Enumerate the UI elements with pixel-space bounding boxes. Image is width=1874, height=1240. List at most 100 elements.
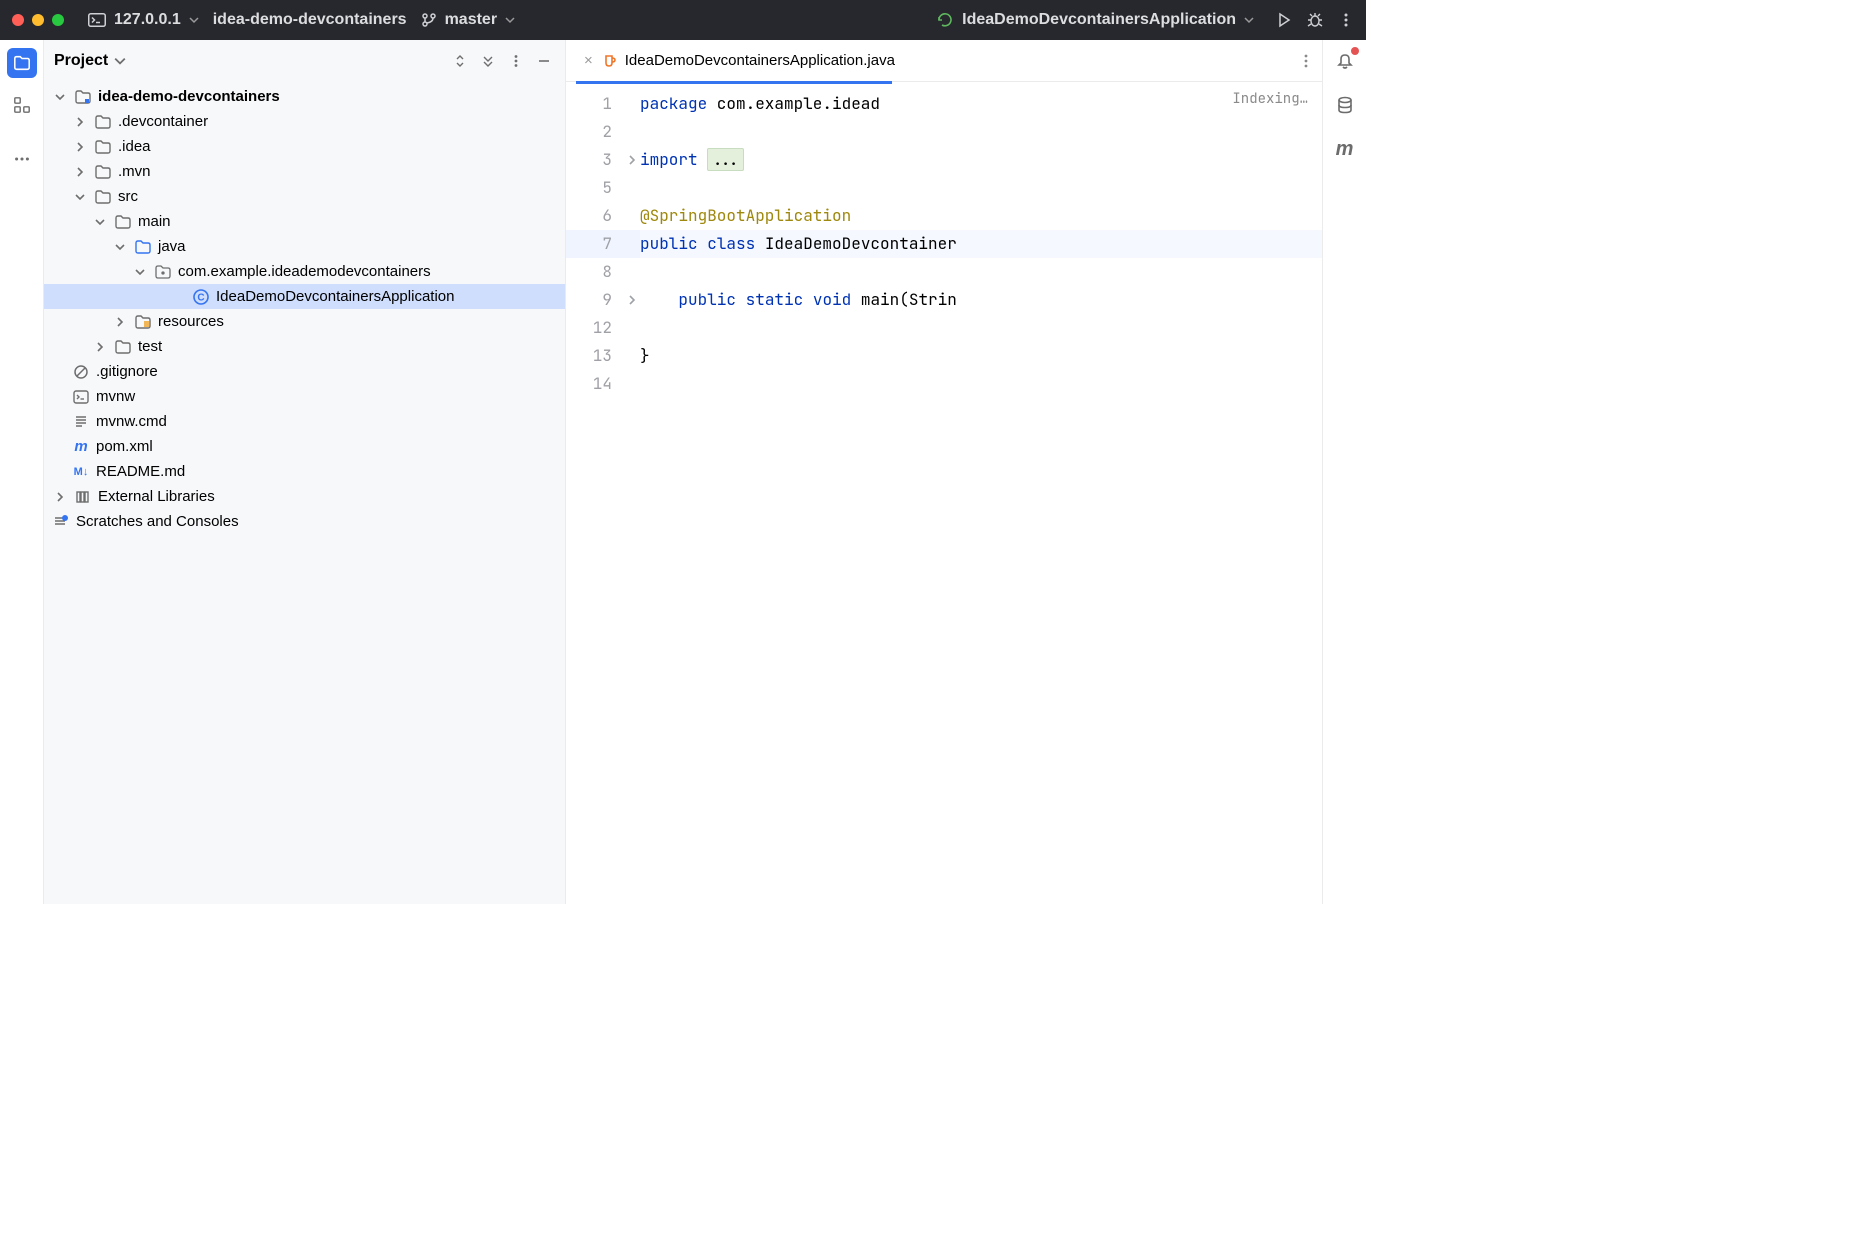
- tree-label: Scratches and Consoles: [76, 513, 239, 530]
- code-lines[interactable]: package com.example.idead import ... @Sp…: [640, 82, 1322, 904]
- chevron-right-icon[interactable]: [72, 167, 88, 177]
- tree-file[interactable]: .gitignore: [44, 359, 565, 384]
- tree-file[interactable]: m pom.xml: [44, 434, 565, 459]
- left-tool-rail: [0, 40, 44, 904]
- svg-text:C: C: [197, 292, 204, 303]
- line-number: 8: [566, 258, 624, 286]
- chevron-down-icon[interactable]: [92, 217, 108, 227]
- line-number: 13: [566, 342, 624, 370]
- tree-folder[interactable]: test: [44, 334, 565, 359]
- run-rerun-icon: [936, 11, 954, 29]
- tree-package[interactable]: com.example.ideademodevcontainers: [44, 259, 565, 284]
- host-label: 127.0.0.1: [114, 11, 181, 29]
- minimize-window-icon[interactable]: [32, 14, 44, 26]
- maven-icon: m: [72, 438, 90, 455]
- maximize-window-icon[interactable]: [52, 14, 64, 26]
- code-text: public: [678, 289, 736, 310]
- run-config-selector[interactable]: IdeaDemoDevcontainersApplication: [936, 11, 1254, 29]
- run-config-label: IdeaDemoDevcontainersApplication: [962, 11, 1236, 29]
- fold-gutter: [624, 82, 640, 904]
- select-opened-file-button[interactable]: [449, 50, 471, 72]
- git-branch-icon: [421, 12, 437, 28]
- code-text: main(Strin: [851, 289, 957, 310]
- chevron-right-icon[interactable]: [112, 317, 128, 327]
- structure-tool-button[interactable]: [7, 90, 37, 120]
- terminal-icon: [88, 13, 106, 27]
- tree-scratches[interactable]: Scratches and Consoles: [44, 509, 565, 534]
- fold-expand-icon[interactable]: [624, 286, 640, 314]
- code-editor[interactable]: 1 2 3 5 6 7 8 9 12 13 14: [566, 82, 1322, 904]
- tab-more-button[interactable]: [1298, 53, 1314, 69]
- collapse-all-button[interactable]: [477, 50, 499, 72]
- run-button[interactable]: [1276, 12, 1292, 28]
- notifications-button[interactable]: [1332, 48, 1358, 74]
- tree-external-libs[interactable]: External Libraries: [44, 484, 565, 509]
- code-text: public: [640, 233, 698, 254]
- chevron-down-icon[interactable]: [114, 55, 126, 67]
- maven-tool-button[interactable]: m: [1332, 136, 1358, 162]
- database-tool-button[interactable]: [1332, 92, 1358, 118]
- tree-file[interactable]: mvnw: [44, 384, 565, 409]
- tree-file[interactable]: mvnw.cmd: [44, 409, 565, 434]
- git-branch-selector[interactable]: master: [421, 11, 515, 29]
- project-name[interactable]: idea-demo-devcontainers: [213, 11, 407, 29]
- chevron-down-icon[interactable]: [132, 267, 148, 277]
- gitignore-icon: [72, 365, 90, 379]
- tree-label: .gitignore: [96, 363, 158, 380]
- code-text: static: [746, 289, 804, 310]
- main-toolbar: 127.0.0.1 idea-demo-devcontainers master…: [0, 0, 1366, 40]
- line-number: 14: [566, 370, 624, 398]
- project-sidebar: Project idea-demo-devcontainers .devcont…: [44, 40, 566, 904]
- module-icon: [74, 90, 92, 104]
- tree-label: src: [118, 188, 138, 205]
- fold-placeholder[interactable]: ...: [707, 148, 744, 171]
- code-text: com.example.idead: [707, 93, 880, 114]
- tree-label: mvnw: [96, 388, 135, 405]
- close-tab-icon[interactable]: ×: [584, 52, 593, 69]
- folder-icon: [94, 115, 112, 129]
- project-tool-button[interactable]: [7, 48, 37, 78]
- project-settings-button[interactable]: [505, 50, 527, 72]
- project-title: Project: [54, 52, 108, 70]
- debug-button[interactable]: [1306, 11, 1324, 29]
- hide-sidebar-button[interactable]: [533, 50, 555, 72]
- tree-folder[interactable]: .devcontainer: [44, 109, 565, 134]
- scratches-icon: [52, 515, 70, 529]
- fold-expand-icon[interactable]: [624, 146, 640, 174]
- tree-label: .mvn: [118, 163, 151, 180]
- chevron-right-icon[interactable]: [72, 117, 88, 127]
- class-icon: C: [192, 289, 210, 305]
- chevron-down-icon[interactable]: [52, 92, 68, 102]
- tree-label: main: [138, 213, 171, 230]
- chevron-down-icon: [1244, 15, 1254, 25]
- host-selector[interactable]: 127.0.0.1: [88, 11, 199, 29]
- close-window-icon[interactable]: [12, 14, 24, 26]
- tab-filename: IdeaDemoDevcontainersApplication.java: [625, 52, 895, 69]
- folder-icon: [114, 340, 132, 354]
- chevron-right-icon[interactable]: [72, 142, 88, 152]
- chevron-right-icon[interactable]: [52, 492, 68, 502]
- tree-label: .devcontainer: [118, 113, 208, 130]
- tree-label: resources: [158, 313, 224, 330]
- text-file-icon: [72, 415, 90, 429]
- tree-folder[interactable]: src: [44, 184, 565, 209]
- tree-label: test: [138, 338, 162, 355]
- tree-folder[interactable]: .mvn: [44, 159, 565, 184]
- more-actions-button[interactable]: [1338, 12, 1354, 28]
- project-tree[interactable]: idea-demo-devcontainers .devcontainer .i…: [44, 82, 565, 904]
- editor-tab-active[interactable]: × IdeaDemoDevcontainersApplication.java: [574, 40, 905, 81]
- chevron-right-icon[interactable]: [92, 342, 108, 352]
- chevron-down-icon[interactable]: [112, 242, 128, 252]
- tree-folder[interactable]: .idea: [44, 134, 565, 159]
- tree-label: idea-demo-devcontainers: [98, 88, 280, 105]
- line-number: 1: [566, 90, 624, 118]
- tree-root[interactable]: idea-demo-devcontainers: [44, 84, 565, 109]
- tree-class-selected[interactable]: C IdeaDemoDevcontainersApplication: [44, 284, 565, 309]
- tree-source-folder[interactable]: java: [44, 234, 565, 259]
- chevron-down-icon[interactable]: [72, 192, 88, 202]
- package-icon: [154, 265, 172, 279]
- more-tools-button[interactable]: [7, 144, 37, 174]
- tree-resources-folder[interactable]: resources: [44, 309, 565, 334]
- tree-file[interactable]: M↓ README.md: [44, 459, 565, 484]
- tree-folder[interactable]: main: [44, 209, 565, 234]
